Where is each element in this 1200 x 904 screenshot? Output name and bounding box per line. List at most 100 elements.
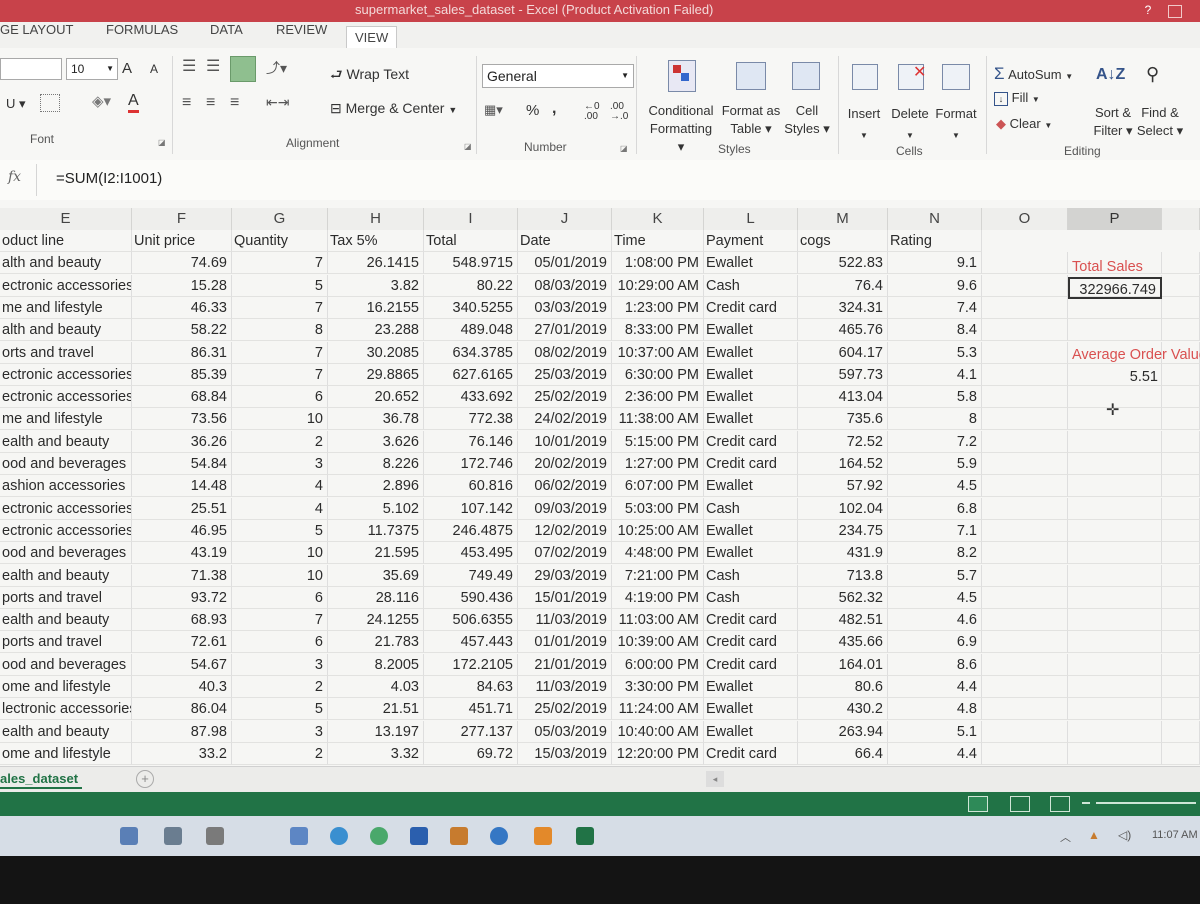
average-order-value-cell[interactable]: 5.51 (1068, 366, 1162, 388)
taskbar-app-icon[interactable] (120, 827, 138, 845)
tax-cell[interactable]: 13.197 (328, 720, 424, 743)
tax-cell[interactable]: 3.32 (328, 742, 424, 765)
time-cell[interactable]: 3:30:00 PM (612, 676, 704, 698)
align-left-icon[interactable]: ≡ (182, 94, 191, 112)
align-top-icon[interactable]: ☰ (182, 56, 196, 76)
empty-cell[interactable] (1068, 497, 1162, 520)
total-cell[interactable]: 277.137 (424, 720, 518, 743)
cogs-cell[interactable]: 413.04 (798, 386, 888, 409)
total-cell[interactable]: 172.2105 (424, 653, 518, 676)
time-cell[interactable]: 10:40:00 AM (612, 720, 704, 743)
empty-cell[interactable] (1162, 519, 1200, 542)
word-icon[interactable] (410, 827, 428, 845)
time-cell[interactable]: 8:33:00 PM (612, 319, 704, 342)
page-layout-view-icon[interactable] (1010, 796, 1030, 812)
file-explorer-icon[interactable] (450, 827, 468, 845)
product-line-cell[interactable]: ealth and beauty (0, 720, 132, 743)
align-middle-icon[interactable]: ☰ (206, 56, 220, 76)
product-line-cell[interactable]: me and lifestyle (0, 408, 132, 431)
empty-cell[interactable] (1162, 742, 1200, 765)
notification-icon[interactable]: ▲ (1088, 828, 1100, 842)
empty-cell[interactable] (1162, 586, 1200, 609)
cogs-cell[interactable]: 604.17 (798, 341, 888, 364)
total-cell[interactable]: 172.746 (424, 453, 518, 475)
column-header-j[interactable]: J (518, 208, 612, 230)
total-cell[interactable]: 433.692 (424, 386, 518, 409)
unit-price-cell[interactable]: 86.31 (132, 341, 232, 364)
payment-cell[interactable]: Ewallet (704, 363, 798, 386)
total-cell[interactable]: 627.6165 (424, 363, 518, 386)
rating-cell[interactable]: 9.6 (888, 274, 982, 297)
empty-cell[interactable] (1068, 720, 1162, 743)
page-break-view-icon[interactable] (1050, 796, 1070, 812)
total-cell[interactable]: 340.5255 (424, 296, 518, 319)
total-cell[interactable]: 453.495 (424, 542, 518, 565)
zoom-slider[interactable] (1096, 802, 1196, 804)
product-line-cell[interactable]: ood and beverages (0, 653, 132, 676)
number-launcher-icon[interactable]: ◪ (620, 144, 628, 153)
quantity-cell[interactable]: 10 (232, 564, 328, 587)
cogs-cell[interactable]: 263.94 (798, 720, 888, 743)
unit-price-cell[interactable]: 33.2 (132, 742, 232, 765)
unit-price-cell[interactable]: 72.61 (132, 631, 232, 654)
product-line-cell[interactable]: ectronic accessories (0, 274, 132, 297)
empty-cell[interactable] (982, 653, 1068, 676)
unit-price-cell[interactable]: 85.39 (132, 363, 232, 386)
product-line-cell[interactable]: ealth and beauty (0, 564, 132, 587)
payment-cell[interactable]: Ewallet (704, 341, 798, 364)
unit-price-cell[interactable]: 93.72 (132, 586, 232, 609)
date-cell[interactable]: 08/03/2019 (518, 274, 612, 297)
empty-cell[interactable] (982, 319, 1068, 342)
empty-cell[interactable] (1162, 408, 1200, 431)
number-format-select[interactable]: General ▼ (482, 64, 634, 88)
tax-cell[interactable]: 36.78 (328, 408, 424, 431)
payment-cell[interactable]: Ewallet (704, 720, 798, 743)
taskbar-app-icon[interactable] (206, 827, 224, 845)
payment-cell[interactable]: Ewallet (704, 542, 798, 565)
unit-price-cell[interactable]: 15.28 (132, 274, 232, 297)
product-line-cell[interactable]: ood and beverages (0, 542, 132, 565)
taskbar-app-icon[interactable] (490, 827, 508, 845)
empty-cell[interactable] (982, 631, 1068, 654)
quantity-cell[interactable]: 7 (232, 296, 328, 319)
date-cell[interactable]: 08/02/2019 (518, 341, 612, 364)
empty-cell[interactable] (1068, 296, 1162, 319)
payment-cell[interactable]: Ewallet (704, 319, 798, 342)
tax-cell[interactable]: 35.69 (328, 564, 424, 587)
font-name-box[interactable] (0, 58, 62, 80)
taskbar-app-icon[interactable] (164, 827, 182, 845)
empty-cell[interactable] (982, 676, 1068, 698)
tab-formulas[interactable]: FORMULAS (106, 22, 178, 48)
payment-cell[interactable]: Ewallet (704, 252, 798, 275)
cogs-cell[interactable]: 72.52 (798, 430, 888, 453)
unit-price-cell[interactable]: 71.38 (132, 564, 232, 587)
tax-cell[interactable]: 16.2155 (328, 296, 424, 319)
unit-price-cell[interactable]: 43.19 (132, 542, 232, 565)
quantity-cell[interactable]: 2 (232, 430, 328, 453)
font-size-box[interactable]: 10 ▼ (66, 58, 118, 80)
accounting-format-icon[interactable]: ▦▾ (484, 102, 503, 118)
rating-cell[interactable]: 4.4 (888, 742, 982, 765)
column-header-n[interactable]: N (888, 208, 982, 230)
tax-cell[interactable]: 30.2085 (328, 341, 424, 364)
empty-cell[interactable] (1162, 698, 1200, 721)
total-sales-cell[interactable]: 322966.749 (1068, 277, 1162, 299)
unit-price-cell[interactable]: 36.26 (132, 430, 232, 453)
payment-cell[interactable]: Ewallet (704, 475, 798, 498)
rating-cell[interactable]: 6.8 (888, 497, 982, 520)
payment-cell[interactable]: Cash (704, 274, 798, 297)
quantity-cell[interactable]: 3 (232, 453, 328, 475)
time-cell[interactable]: 10:39:00 AM (612, 631, 704, 654)
delete-button[interactable]: Delete ▼ (890, 104, 930, 146)
empty-cell[interactable] (982, 453, 1068, 475)
sheet-tab-active[interactable]: ales_dataset (0, 771, 83, 789)
rating-cell[interactable]: 5.3 (888, 341, 982, 364)
empty-cell[interactable] (982, 698, 1068, 721)
total-cell[interactable]: 749.49 (424, 564, 518, 587)
empty-cell[interactable] (1162, 676, 1200, 698)
fill-button[interactable]: ↓ Fill ▼ (994, 90, 1040, 106)
empty-cell[interactable] (982, 586, 1068, 609)
time-cell[interactable]: 1:23:00 PM (612, 296, 704, 319)
empty-cell[interactable] (1068, 319, 1162, 342)
edge-browser-icon[interactable] (330, 827, 348, 845)
